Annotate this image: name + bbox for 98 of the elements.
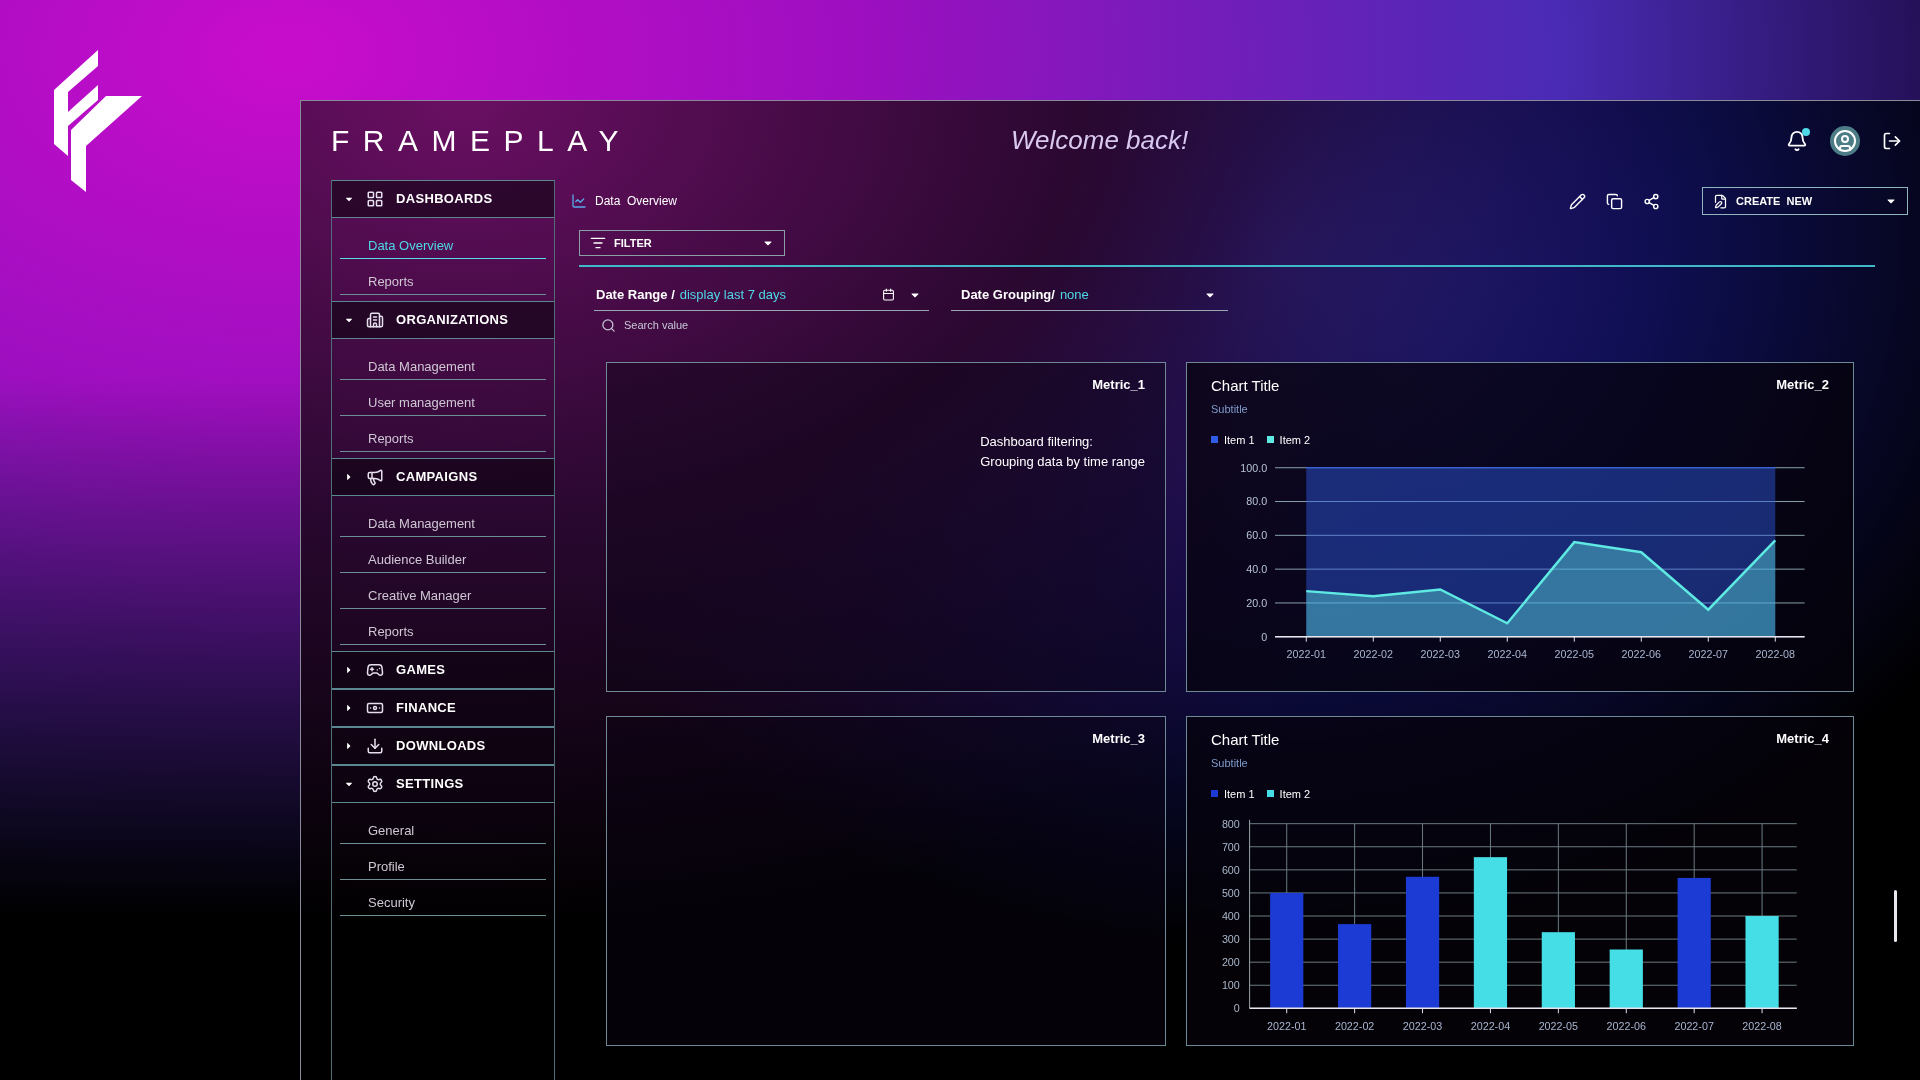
sidebar-item[interactable]: Reports <box>340 259 546 295</box>
brand-logo-text: FRAMEPLAY <box>331 123 633 159</box>
scrollbar-thumb[interactable] <box>1894 890 1897 942</box>
legend-swatch <box>1211 436 1218 444</box>
axis-tick-label: 300 <box>1221 933 1240 945</box>
search-field[interactable]: Search value <box>624 317 824 334</box>
axis-tick-label: 2022-08 <box>1755 648 1795 661</box>
axis-tick-label: 200 <box>1221 956 1240 969</box>
axis-tick-label: 2022-05 <box>1538 1019 1579 1032</box>
logo-icon <box>54 50 142 192</box>
axis-tick-label: 2022-02 <box>1334 1019 1375 1032</box>
date-grouping-dropdown[interactable]: Date Grouping/ none <box>951 279 1228 311</box>
legend-label: Item 2 <box>1279 432 1311 448</box>
create-new-button[interactable]: CREATE NEW <box>1702 187 1908 215</box>
legend-swatch <box>1266 790 1274 798</box>
breadcrumb: Data Overview <box>595 193 678 210</box>
sidebar-item[interactable]: General <box>340 808 546 844</box>
filter-icon <box>590 235 606 251</box>
metric-label: Metric_2 <box>1776 375 1829 394</box>
sidebar-item[interactable]: Creative Manager <box>340 573 546 609</box>
legend-swatch <box>1211 790 1218 798</box>
building-icon <box>366 311 384 329</box>
axis-tick-label: 2022-06 <box>1621 648 1661 661</box>
welcome-heading: Welcome back! <box>1011 124 1189 157</box>
sidebar-item[interactable]: Profile <box>340 844 546 880</box>
date-range-dropdown[interactable]: Date Range / display last 7 days <box>594 279 929 311</box>
logout-icon[interactable] <box>1882 130 1902 151</box>
edit-document-icon <box>1713 193 1728 209</box>
copy-icon[interactable] <box>1606 192 1623 210</box>
sidebar-item[interactable]: Reports <box>340 609 546 645</box>
axis-tick-label: 60.0 <box>1246 529 1268 542</box>
chart-title: Chart Title <box>1211 729 1280 750</box>
chart-subtitle: Subtitle <box>1211 756 1248 771</box>
axis-tick-label: 20.0 <box>1246 596 1268 609</box>
axis-tick-label: 2022-08 <box>1742 1019 1782 1032</box>
sidebar-group-header[interactable]: FINANCE <box>332 689 554 727</box>
sidebar-item[interactable]: Reports <box>340 416 546 452</box>
sidebar-item[interactable]: Security <box>340 880 546 916</box>
chart-line-icon <box>571 193 587 209</box>
axis-tick-label: 600 <box>1221 863 1240 876</box>
chart-title: Chart Title <box>1211 375 1280 396</box>
sidebar-group-header[interactable]: DASHBOARDS <box>332 180 554 218</box>
sidebar-item[interactable]: Data Management <box>340 344 546 380</box>
axis-tick-label: 2022-01 <box>1286 648 1326 661</box>
axis-tick-label: 80.0 <box>1246 495 1268 508</box>
axis-tick-label: 0 <box>1261 630 1268 643</box>
axis-tick-label: 2022-03 <box>1402 1019 1443 1032</box>
axis-tick-label: 2022-04 <box>1487 648 1527 661</box>
megaphone-icon <box>366 468 384 486</box>
legend-swatch <box>1266 436 1274 444</box>
axis-tick-label: 2022-06 <box>1606 1019 1646 1032</box>
sidebar-item[interactable]: Audience Builder <box>340 537 546 573</box>
chart-subtitle: Subtitle <box>1211 402 1248 417</box>
axis-tick-label: 40.0 <box>1246 563 1268 576</box>
axis-tick-label: 2022-03 <box>1420 648 1460 661</box>
sidebar-item[interactable]: User management <box>340 380 546 416</box>
axis-tick-label: 800 <box>1221 817 1240 830</box>
axis-tick-label: 100.0 <box>1240 461 1268 474</box>
download-icon <box>366 737 384 755</box>
axis-tick-label: 100 <box>1221 979 1240 992</box>
axis-tick-label: 2022-02 <box>1353 648 1393 661</box>
sidebar-item[interactable]: Data Management <box>340 501 546 537</box>
axis-tick-label: 2022-05 <box>1554 648 1594 661</box>
edit-icon[interactable] <box>1569 192 1586 210</box>
grid-icon <box>366 190 384 208</box>
calendar-icon <box>882 288 895 301</box>
axis-tick-label: 700 <box>1221 840 1240 853</box>
legend-label: Item 1 <box>1224 786 1255 802</box>
share-icon[interactable] <box>1643 192 1660 210</box>
axis-tick-label: 2022-01 <box>1267 1019 1307 1032</box>
gamepad-icon <box>366 661 384 679</box>
note-text: Dashboard filtering: <box>980 433 1094 451</box>
axis-tick-label: 0 <box>1233 1002 1240 1015</box>
note-text: Grouping data by time range <box>980 453 1145 471</box>
gear-icon <box>366 775 384 793</box>
metric-label: Metric_4 <box>1776 729 1829 748</box>
sidebar-group-header[interactable]: CAMPAIGNS <box>332 458 554 496</box>
search-icon <box>601 317 616 333</box>
bell-icon <box>1786 129 1808 152</box>
sidebar-group-header[interactable]: GAMES <box>332 651 554 689</box>
axis-tick-label: 2022-07 <box>1688 648 1728 661</box>
metric-panel: Metric_3 <box>606 715 1166 1046</box>
axis-tick-label: 500 <box>1221 886 1240 899</box>
sidebar-group-header[interactable]: DOWNLOADS <box>332 727 554 765</box>
notification-button[interactable] <box>1786 129 1808 152</box>
axis-tick-label: 2022-07 <box>1674 1019 1714 1032</box>
axis-tick-label: 2022-04 <box>1470 1019 1511 1032</box>
user-icon <box>1833 128 1857 153</box>
bar <box>1609 949 1643 1009</box>
avatar-button[interactable] <box>1830 125 1860 156</box>
metric-panel: Metric_1 Dashboard filtering: Grouping data by time range <box>606 361 1166 692</box>
legend-label: Item 2 <box>1279 786 1311 802</box>
sidebar-group-header[interactable]: ORGANIZATIONS <box>332 301 554 339</box>
filter-button[interactable]: FILTER <box>579 230 785 256</box>
sidebar-group-header[interactable]: SETTINGS <box>332 765 554 803</box>
legend-label: Item 1 <box>1224 432 1255 448</box>
sidebar-item[interactable]: Data Overview <box>340 223 546 259</box>
axis-tick-label: 400 <box>1221 909 1240 922</box>
